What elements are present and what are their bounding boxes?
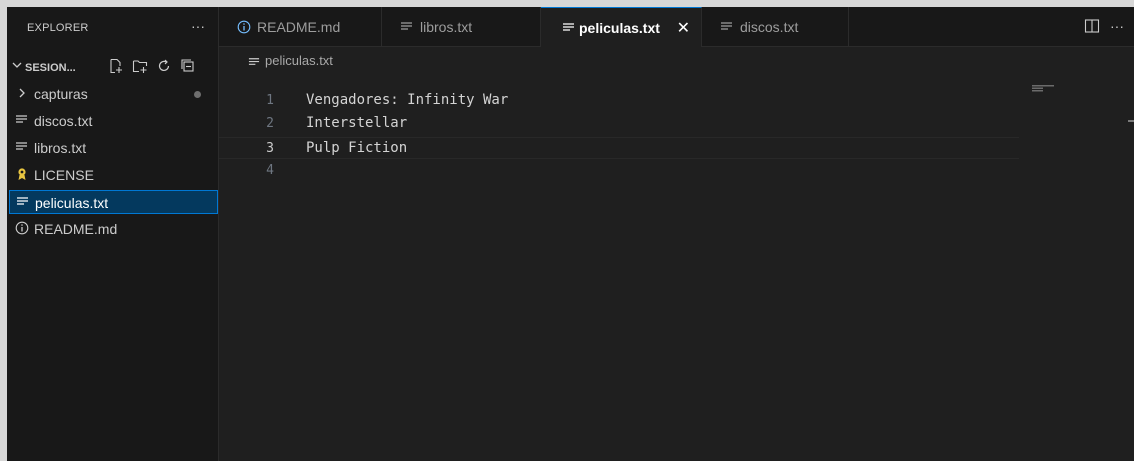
- text-file-icon: [248, 56, 260, 68]
- text-file-icon: [15, 113, 29, 127]
- line-number: 1: [266, 93, 274, 108]
- tab-label: libros.txt: [420, 19, 473, 35]
- modified-dot: [194, 91, 201, 98]
- text-file-icon: [15, 140, 29, 154]
- vscode-window: EXPLORER ··· SESION... capturas discos.t…: [7, 7, 1134, 461]
- workspace-name: SESION...: [25, 62, 76, 74]
- breadcrumb-file: peliculas.txt: [265, 53, 333, 68]
- chevron-down-icon: [12, 60, 22, 73]
- tab-libros[interactable]: libros.txt: [382, 7, 541, 47]
- minimap[interactable]: [1032, 85, 1059, 93]
- code-line[interactable]: 4: [219, 160, 1019, 182]
- tab-peliculas[interactable]: peliculas.txt ✕: [541, 7, 702, 47]
- refresh-icon[interactable]: [156, 58, 172, 74]
- editor-tab-bar: README.md libros.txt peliculas.txt ✕ dis…: [219, 7, 1134, 47]
- tab-label: README.md: [257, 19, 341, 35]
- tree-item-libros[interactable]: libros.txt: [9, 136, 218, 160]
- tree-item-readme[interactable]: README.md: [9, 217, 218, 241]
- editor-area[interactable]: peliculas.txt 1 Vengadores: Infinity War…: [219, 47, 1134, 461]
- tree-item-label: libros.txt: [34, 140, 87, 156]
- explorer-sidebar: EXPLORER ··· SESION... capturas discos.t…: [7, 7, 219, 461]
- workspace-section-header[interactable]: SESION...: [7, 57, 219, 79]
- scrollbar[interactable]: [1128, 120, 1134, 122]
- tab-readme[interactable]: README.md: [219, 7, 382, 47]
- explorer-actions: [108, 58, 201, 77]
- ellipsis-icon[interactable]: ···: [191, 18, 205, 34]
- collapse-all-icon[interactable]: [180, 58, 196, 74]
- line-text: Pulp Fiction: [306, 140, 408, 156]
- text-file-icon: [562, 21, 576, 35]
- code-line[interactable]: 2 Interstellar: [219, 113, 1019, 135]
- explorer-title: EXPLORER: [27, 22, 89, 34]
- info-icon: [237, 20, 251, 34]
- line-text: Interstellar: [306, 115, 408, 131]
- code-line-current[interactable]: 3 Pulp Fiction: [219, 137, 1019, 159]
- line-number: 3: [266, 141, 274, 156]
- line-number: 4: [266, 163, 274, 178]
- breadcrumb[interactable]: peliculas.txt: [248, 53, 333, 68]
- tree-item-label: LICENSE: [34, 167, 94, 183]
- split-editor-icon[interactable]: [1084, 18, 1100, 34]
- ellipsis-icon[interactable]: ···: [1110, 18, 1124, 34]
- text-file-icon: [16, 195, 30, 209]
- line-text: Vengadores: Infinity War: [306, 92, 509, 108]
- code-line[interactable]: 1 Vengadores: Infinity War: [219, 90, 1019, 112]
- tab-label: peliculas.txt: [579, 20, 660, 36]
- license-icon: [15, 167, 29, 181]
- tree-item-peliculas[interactable]: peliculas.txt: [9, 190, 218, 214]
- tree-item-label: README.md: [34, 221, 118, 237]
- editor-actions: ···: [1084, 17, 1124, 35]
- tree-item-label: discos.txt: [34, 113, 93, 129]
- tab-label: discos.txt: [740, 19, 799, 35]
- tab-discos[interactable]: discos.txt: [702, 7, 849, 47]
- close-icon[interactable]: ✕: [677, 18, 690, 38]
- tree-item-discos[interactable]: discos.txt: [9, 109, 218, 133]
- new-folder-icon[interactable]: [132, 58, 148, 74]
- text-file-icon: [400, 20, 414, 34]
- new-file-icon[interactable]: [108, 58, 124, 74]
- chevron-right-icon: [15, 86, 29, 100]
- info-icon: [15, 221, 29, 235]
- tree-item-label: capturas: [34, 86, 88, 102]
- tree-item-label: peliculas.txt: [35, 195, 109, 211]
- explorer-header: EXPLORER ···: [7, 7, 219, 47]
- tree-item-capturas[interactable]: capturas: [9, 82, 218, 106]
- text-file-icon: [720, 20, 734, 34]
- line-number: 2: [266, 116, 274, 131]
- tree-item-license[interactable]: LICENSE: [9, 163, 218, 187]
